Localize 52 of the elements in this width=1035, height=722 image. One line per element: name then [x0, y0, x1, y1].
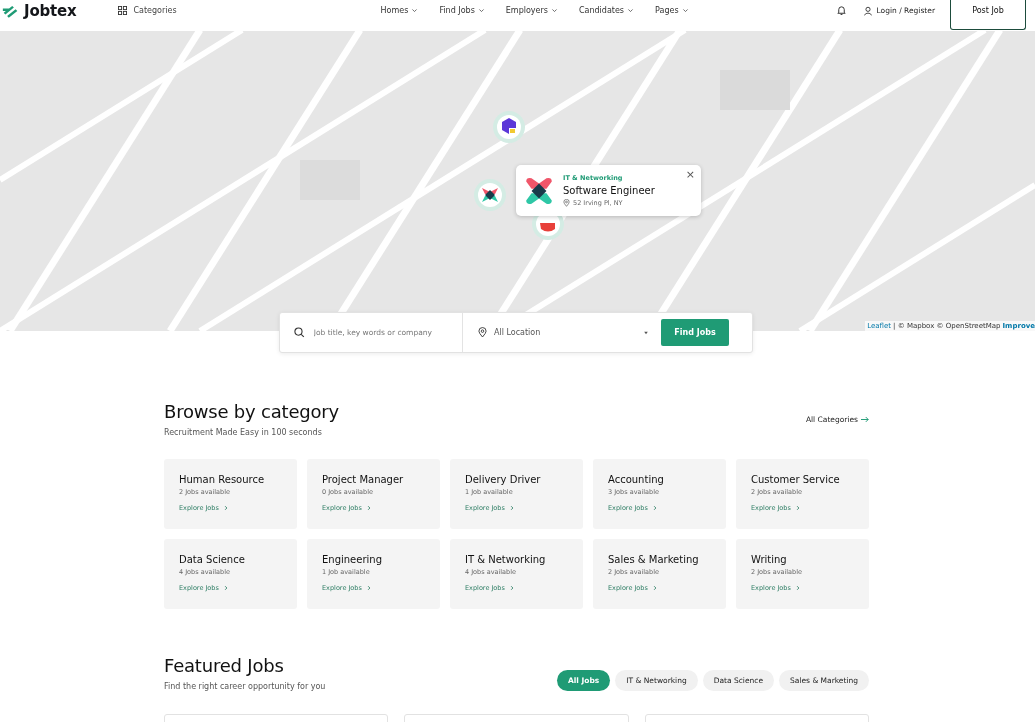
- chevron-right-icon: [794, 505, 801, 511]
- chevron-down-icon: [550, 7, 558, 14]
- chevron-down-icon: [681, 7, 689, 14]
- category-name: IT & Networking: [465, 554, 547, 565]
- section-title: Featured Jobs: [164, 655, 285, 676]
- arrow-right-icon: [861, 415, 869, 423]
- category-name: Customer Service: [751, 474, 841, 485]
- caret-icon: [643, 329, 649, 336]
- chevron-down-icon: [411, 7, 419, 14]
- chevron-right-icon: [651, 585, 658, 591]
- category-name: Human Resource: [179, 474, 266, 485]
- location-select[interactable]: All Location: [463, 313, 649, 352]
- grid-icon: [118, 6, 128, 15]
- popup-job-title[interactable]: Software Engineer: [563, 185, 655, 196]
- find-jobs-button[interactable]: Find Jobs: [661, 319, 729, 346]
- post-job-button[interactable]: Post Job: [950, 0, 1026, 30]
- nav-item[interactable]: Pages: [655, 6, 689, 15]
- category-name: Writing: [751, 554, 788, 565]
- nav-item[interactable]: Candidates: [578, 6, 635, 15]
- section-subtitle: Find the right career opportunity for you: [164, 682, 326, 691]
- categories-menu[interactable]: Categories: [133, 6, 177, 15]
- nav-item[interactable]: Employers: [505, 6, 558, 15]
- search-icon: [294, 327, 305, 338]
- logo-text[interactable]: Jobtex: [24, 1, 77, 20]
- chevron-right-icon: [651, 505, 658, 511]
- close-button[interactable]: ×: [685, 168, 695, 181]
- category-name: Accounting: [608, 474, 665, 485]
- nav-item[interactable]: Homes: [380, 6, 419, 15]
- chevron-right-icon: [222, 585, 229, 591]
- location-pin-icon: [478, 327, 487, 338]
- user-icon: [862, 5, 873, 16]
- map-marker[interactable]: [473, 178, 507, 212]
- chevron-right-icon: [508, 585, 515, 591]
- category-name: Delivery Driver: [465, 474, 542, 485]
- chevron-down-icon: [477, 7, 485, 14]
- chevron-right-icon: [222, 505, 229, 511]
- logo-icon: [2, 3, 19, 18]
- chevron-right-icon: [365, 505, 372, 511]
- chevron-right-icon: [794, 585, 801, 591]
- section-subtitle: Recruitment Made Easy in 100 seconds: [164, 428, 323, 437]
- category-name: Engineering: [322, 554, 383, 565]
- nav-item[interactable]: Find Jobs: [439, 6, 485, 15]
- chevron-down-icon: [627, 7, 635, 14]
- category-name: Data Science: [179, 554, 246, 565]
- chevron-right-icon: [508, 505, 515, 511]
- category-name: Project Manager: [322, 474, 405, 485]
- category-name: Sales & Marketing: [608, 554, 700, 565]
- section-title: Browse by category: [164, 401, 339, 422]
- chevron-right-icon: [365, 585, 372, 591]
- map-marker[interactable]: [492, 110, 526, 144]
- bell-icon[interactable]: [835, 5, 847, 16]
- location-pin-icon: [563, 199, 570, 207]
